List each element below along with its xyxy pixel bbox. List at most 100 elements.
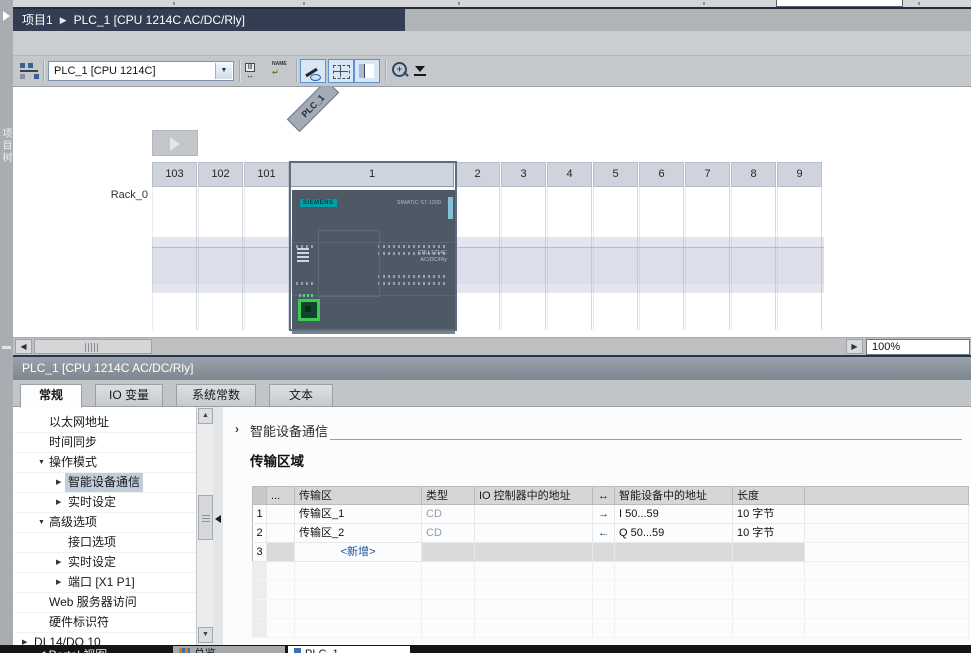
slot-cell-101[interactable]: [244, 187, 289, 330]
idevice-address[interactable]: [615, 543, 733, 562]
slot-header-103[interactable]: 103: [152, 162, 197, 187]
transfer-length[interactable]: 10 字节: [733, 505, 805, 524]
tree-item-2[interactable]: ▼操作模式: [14, 453, 196, 473]
chevron-down-icon[interactable]: ▼: [215, 63, 232, 79]
transfer-name[interactable]: 传输区_2: [295, 524, 422, 543]
io-controller-address[interactable]: [475, 505, 593, 524]
slot-cell-3[interactable]: [501, 187, 546, 330]
slot-cell-102[interactable]: [198, 187, 243, 330]
section-chevron-icon[interactable]: ›: [235, 422, 239, 436]
collapse-arrow-icon[interactable]: ▼: [38, 513, 45, 532]
io-controller-address[interactable]: [475, 543, 593, 562]
row-options[interactable]: [267, 543, 295, 562]
breadcrumb-project[interactable]: 项目1: [22, 13, 53, 27]
slot-header-6[interactable]: 6: [639, 162, 684, 187]
filler[interactable]: [805, 505, 969, 524]
scroll-right-button[interactable]: ▶: [846, 339, 863, 354]
expand-arrow-icon[interactable]: ▶: [56, 573, 61, 592]
project-tree-vertical-label[interactable]: 项目树: [0, 128, 13, 164]
tree-item-8[interactable]: ▶端口 [X1 P1]: [14, 573, 196, 593]
direction-arrow-icon[interactable]: →: [593, 505, 615, 524]
tree-item-1[interactable]: 时间同步: [14, 433, 196, 453]
tree-item-4[interactable]: ▶实时设定: [14, 493, 196, 513]
slot-header-7[interactable]: 7: [685, 162, 730, 187]
transfer-type[interactable]: CD: [422, 524, 475, 543]
transfer-length[interactable]: 10 字节: [733, 524, 805, 543]
transfer-name[interactable]: 传输区_1: [295, 505, 422, 524]
device-view-canvas[interactable]: PLC_1 Rack_0 103102101123456789 SIEMENS …: [13, 87, 971, 337]
filler[interactable]: [805, 524, 969, 543]
direction-arrow-icon[interactable]: [593, 543, 615, 562]
expand-arrow-icon[interactable]: ▶: [56, 493, 61, 512]
breadcrumb[interactable]: 项目1▶PLC_1 [CPU 1214C AC/DC/Rly]: [13, 9, 405, 31]
hscroll-thumb[interactable]: [34, 339, 152, 354]
row-options[interactable]: [267, 505, 295, 524]
transfer-type[interactable]: [422, 543, 475, 562]
slot-cell-6[interactable]: [639, 187, 684, 330]
scroll-left-button[interactable]: ◀: [15, 339, 32, 354]
module-name-tag[interactable]: PLC_1: [287, 87, 339, 132]
scroll-down-button[interactable]: ▼: [198, 627, 213, 643]
slot-cell-5[interactable]: [593, 187, 638, 330]
slot-header-8[interactable]: 8: [731, 162, 776, 187]
slot-header-102[interactable]: 102: [198, 162, 243, 187]
device-overview-toggle-button[interactable]: [354, 59, 380, 83]
tab-0[interactable]: 常规: [20, 384, 82, 408]
table-row-2[interactable]: 2传输区_2CD←Q 50...5910 字节: [252, 524, 969, 543]
slot-header-101[interactable]: 101: [244, 162, 289, 187]
collapse-left-icon[interactable]: [215, 515, 221, 523]
show-labels-button[interactable]: [300, 59, 326, 83]
tree-scrollbar[interactable]: ▲ ▼: [196, 407, 213, 645]
filler[interactable]: [805, 543, 969, 562]
row-options[interactable]: [267, 524, 295, 543]
tree-item-9[interactable]: Web 服务器访问: [14, 593, 196, 613]
tree-content-splitter[interactable]: [213, 407, 223, 645]
expand-arrow-icon[interactable]: ▶: [56, 473, 61, 492]
transfer-type[interactable]: CD: [422, 505, 475, 524]
overview-task-tab[interactable]: 总览: [173, 646, 285, 653]
expand-arrow-icon[interactable]: ▶: [56, 553, 61, 572]
idevice-address[interactable]: I 50...59: [615, 505, 733, 524]
scroll-up-button[interactable]: ▲: [198, 408, 213, 424]
slot-header-3[interactable]: 3: [501, 162, 546, 187]
plc-task-tab[interactable]: PLC_1: [288, 646, 410, 653]
snap-grid-button[interactable]: [328, 59, 354, 83]
tree-item-7[interactable]: ▶实时设定: [14, 553, 196, 573]
tree-item-6[interactable]: 接口选项: [14, 533, 196, 553]
slot-cell-4[interactable]: [547, 187, 592, 330]
device-config-icon[interactable]: [20, 63, 40, 80]
vscroll-thumb[interactable]: [198, 495, 213, 540]
save-view-button[interactable]: [412, 59, 428, 83]
idevice-address[interactable]: Q 50...59: [615, 524, 733, 543]
tag-names-button[interactable]: NAME ↵: [270, 59, 294, 83]
io-controller-address[interactable]: [475, 524, 593, 543]
table-row-1[interactable]: 1传输区_1CD→I 50...5910 字节: [252, 505, 969, 524]
portal-view-button[interactable]: ◀ Portal 视图: [36, 646, 107, 653]
direction-arrow-icon[interactable]: ←: [593, 524, 615, 543]
slot-cell-9[interactable]: [777, 187, 822, 330]
slot-cell-2[interactable]: [455, 187, 500, 330]
slot-cell-8[interactable]: [731, 187, 776, 330]
expand-panel-icon[interactable]: [3, 11, 10, 21]
tree-item-3[interactable]: ▶智能设备通信: [14, 473, 196, 493]
tree-item-10[interactable]: 硬件标识符: [14, 613, 196, 633]
measure-slots-button[interactable]: ||| ↔: [242, 59, 266, 83]
transfer-length[interactable]: [733, 543, 805, 562]
tab-3[interactable]: 文本: [269, 384, 333, 407]
slot-header-4[interactable]: 4: [547, 162, 592, 187]
table-row-3[interactable]: 3<新增>: [252, 543, 969, 562]
slot-header-2[interactable]: 2: [455, 162, 500, 187]
slot-cell-7[interactable]: [685, 187, 730, 330]
zoom-in-button[interactable]: +: [389, 59, 411, 83]
tree-item-0[interactable]: 以太网地址: [14, 413, 196, 433]
breadcrumb-device[interactable]: PLC_1 [CPU 1214C AC/DC/Rly]: [74, 13, 245, 27]
slot-cell-103[interactable]: [152, 187, 197, 330]
rack-nav-button[interactable]: [152, 130, 198, 156]
tab-1[interactable]: IO 变量: [95, 384, 163, 407]
slot-header-5[interactable]: 5: [593, 162, 638, 187]
collapse-arrow-icon[interactable]: ▼: [38, 453, 45, 472]
tab-2[interactable]: 系统常数: [176, 384, 256, 407]
project-tree-collapsed-strip[interactable]: 项目树: [0, 0, 13, 653]
add-new-link[interactable]: <新增>: [295, 543, 422, 562]
slot-header-9[interactable]: 9: [777, 162, 822, 187]
